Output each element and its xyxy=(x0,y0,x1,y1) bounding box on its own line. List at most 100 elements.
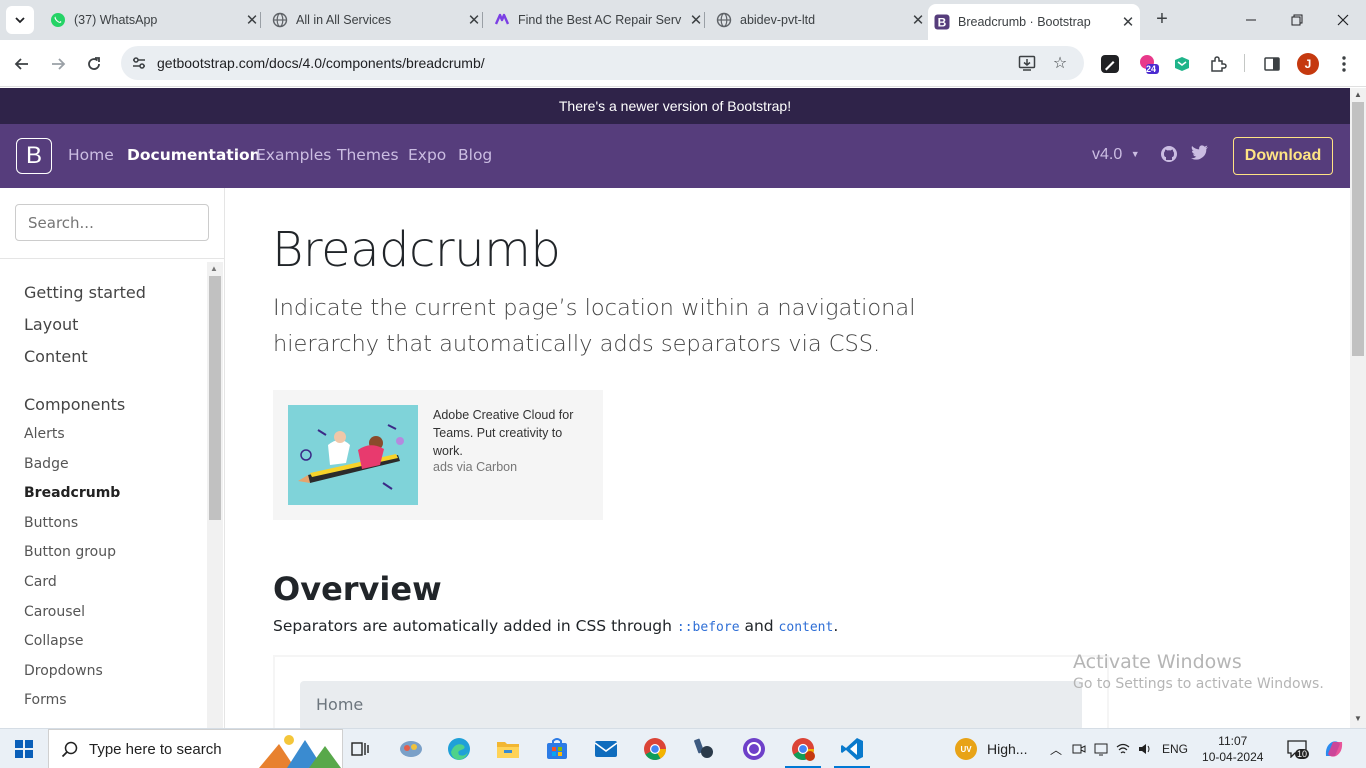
ad-text[interactable]: Adobe Creative Cloud for Teams. Put crea… xyxy=(433,406,593,460)
task-view-icon[interactable] xyxy=(346,735,374,763)
bootstrap-logo[interactable]: B xyxy=(16,138,52,174)
side-panel-icon[interactable] xyxy=(1260,52,1284,76)
sidebar-item-breadcrumb[interactable]: Breadcrumb xyxy=(24,485,120,501)
mail-extension-icon[interactable] xyxy=(1170,52,1194,76)
watermark-title: Activate Windows xyxy=(1073,651,1242,673)
overview-text: Separators are automatically added in CS… xyxy=(273,617,838,635)
back-button[interactable] xyxy=(8,50,36,78)
minimize-button[interactable] xyxy=(1228,0,1274,40)
ad-via-carbon[interactable]: ads via Carbon xyxy=(433,460,517,474)
carbon-ad[interactable]: Adobe Creative Cloud for Teams. Put crea… xyxy=(273,390,603,520)
close-tab-icon[interactable]: ✕ xyxy=(688,12,704,29)
microsoft-store-icon[interactable] xyxy=(543,735,571,763)
minimize-icon xyxy=(1246,19,1256,21)
mail-icon[interactable] xyxy=(592,735,620,763)
sidebar-item-carousel[interactable]: Carousel xyxy=(24,604,85,620)
language-indicator[interactable]: ENG xyxy=(1162,742,1188,756)
volume-icon[interactable] xyxy=(1138,742,1152,756)
close-tab-icon[interactable]: ✕ xyxy=(1120,14,1136,31)
sidebar-item-dropdowns[interactable]: Dropdowns xyxy=(24,663,103,679)
github-desktop-icon[interactable] xyxy=(740,735,768,763)
bookmark-star-icon[interactable]: ☆ xyxy=(1050,53,1070,73)
sidebar-item-collapse[interactable]: Collapse xyxy=(24,633,84,649)
clock[interactable]: 11:07 10-04-2024 xyxy=(1202,733,1263,765)
page-scroll-thumb[interactable] xyxy=(1352,102,1364,356)
tab-divider xyxy=(704,12,705,28)
extension-badge-icon[interactable]: 24 xyxy=(1137,52,1161,76)
sidebar-item-buttons[interactable]: Buttons xyxy=(24,515,78,531)
install-app-icon[interactable] xyxy=(1017,53,1037,73)
reload-button[interactable] xyxy=(80,50,108,78)
snipping-tool-icon[interactable] xyxy=(397,735,425,763)
sidebar-section-content[interactable]: Content xyxy=(24,347,88,366)
nav-home[interactable]: Home xyxy=(68,146,114,164)
copilot-icon[interactable] xyxy=(1320,735,1348,763)
sidebar-item-alerts[interactable]: Alerts xyxy=(24,426,65,442)
tab-title: abidev-pvt-ltd xyxy=(740,13,816,27)
vscode-icon[interactable] xyxy=(838,735,866,763)
nav-blog[interactable]: Blog xyxy=(458,146,492,164)
page-scrollbar[interactable]: ▲ ▼ xyxy=(1350,88,1366,728)
sidebar-scrollbar[interactable]: ▲ xyxy=(207,262,223,728)
new-tab-button[interactable]: + xyxy=(1150,8,1174,32)
display-icon[interactable] xyxy=(1094,742,1108,756)
url-text[interactable]: getbootstrap.com/docs/4.0/components/bre… xyxy=(157,55,485,71)
notification-center-icon[interactable]: 10 xyxy=(1283,735,1311,763)
site-info-icon[interactable] xyxy=(129,53,149,73)
sidebar-item-button-group[interactable]: Button group xyxy=(24,544,116,560)
forward-button[interactable] xyxy=(44,50,72,78)
sidebar-item-card[interactable]: Card xyxy=(24,574,57,590)
docs-sidebar: Getting started Layout Content Component… xyxy=(0,188,225,728)
tab-whatsapp[interactable]: (37) WhatsApp ✕ xyxy=(44,0,260,40)
breadcrumb-item-home[interactable]: Home xyxy=(316,695,363,714)
profile-avatar[interactable]: J xyxy=(1296,52,1320,76)
taskbar-search[interactable]: Type here to search xyxy=(48,729,343,768)
scroll-up-icon[interactable]: ▲ xyxy=(210,264,218,273)
chrome-profile-icon[interactable] xyxy=(789,735,817,763)
tab-search-button[interactable] xyxy=(6,6,34,34)
version-dropdown[interactable]: v4.0 ▼ xyxy=(1092,146,1140,164)
scroll-up-icon[interactable]: ▲ xyxy=(1354,90,1362,99)
tab-all-in-all-services[interactable]: All in All Services ✕ xyxy=(266,0,482,40)
edge-icon[interactable] xyxy=(445,735,473,763)
download-button[interactable]: Download xyxy=(1233,137,1333,175)
github-icon[interactable] xyxy=(1160,145,1178,168)
close-window-button[interactable] xyxy=(1320,0,1366,40)
search-icon xyxy=(61,741,78,758)
nav-themes[interactable]: Themes xyxy=(337,146,399,164)
twitter-icon[interactable] xyxy=(1191,145,1209,166)
meet-now-icon[interactable] xyxy=(1072,742,1086,756)
tab-bootstrap-breadcrumb[interactable]: B Breadcrumb · Bootstrap ✕ xyxy=(928,4,1140,40)
nav-examples[interactable]: Examples xyxy=(256,146,331,164)
sidebar-section-components[interactable]: Components xyxy=(24,395,125,414)
address-bar[interactable]: getbootstrap.com/docs/4.0/components/bre… xyxy=(121,46,1084,80)
scroll-down-icon[interactable]: ▼ xyxy=(1354,714,1362,723)
nav-documentation[interactable]: Documentation xyxy=(127,146,261,164)
app-icon[interactable] xyxy=(690,735,718,763)
tab-ac-repair[interactable]: Find the Best AC Repair Servi ✕ xyxy=(488,0,704,40)
ad-image[interactable] xyxy=(288,405,418,505)
file-explorer-icon[interactable] xyxy=(494,735,522,763)
close-tab-icon[interactable]: ✕ xyxy=(910,12,926,29)
weather-widget[interactable]: UV High... xyxy=(955,729,1027,768)
restore-button[interactable] xyxy=(1274,0,1320,40)
tab-abidev[interactable]: abidev-pvt-ltd ✕ xyxy=(710,0,926,40)
sidebar-item-forms[interactable]: Forms xyxy=(24,692,67,708)
newer-version-banner[interactable]: There's a newer version of Bootstrap! xyxy=(0,88,1350,124)
extensions-puzzle-icon[interactable] xyxy=(1206,52,1230,76)
pen-extension-icon[interactable] xyxy=(1098,52,1122,76)
chrome-icon[interactable] xyxy=(641,735,669,763)
chrome-menu-icon[interactable] xyxy=(1332,52,1356,76)
chevron-up-icon[interactable]: ︿ xyxy=(1050,741,1062,758)
close-tab-icon[interactable]: ✕ xyxy=(244,12,260,29)
camping-illustration-icon xyxy=(259,735,341,768)
sidebar-section-getting-started[interactable]: Getting started xyxy=(24,283,146,302)
docs-search-input[interactable] xyxy=(15,204,209,241)
close-tab-icon[interactable]: ✕ xyxy=(466,12,482,29)
sidebar-item-badge[interactable]: Badge xyxy=(24,456,69,472)
sidebar-scroll-thumb[interactable] xyxy=(209,276,221,520)
nav-expo[interactable]: Expo xyxy=(408,146,446,164)
start-button[interactable] xyxy=(0,729,48,768)
wifi-icon[interactable] xyxy=(1116,742,1130,756)
sidebar-section-layout[interactable]: Layout xyxy=(24,315,78,334)
